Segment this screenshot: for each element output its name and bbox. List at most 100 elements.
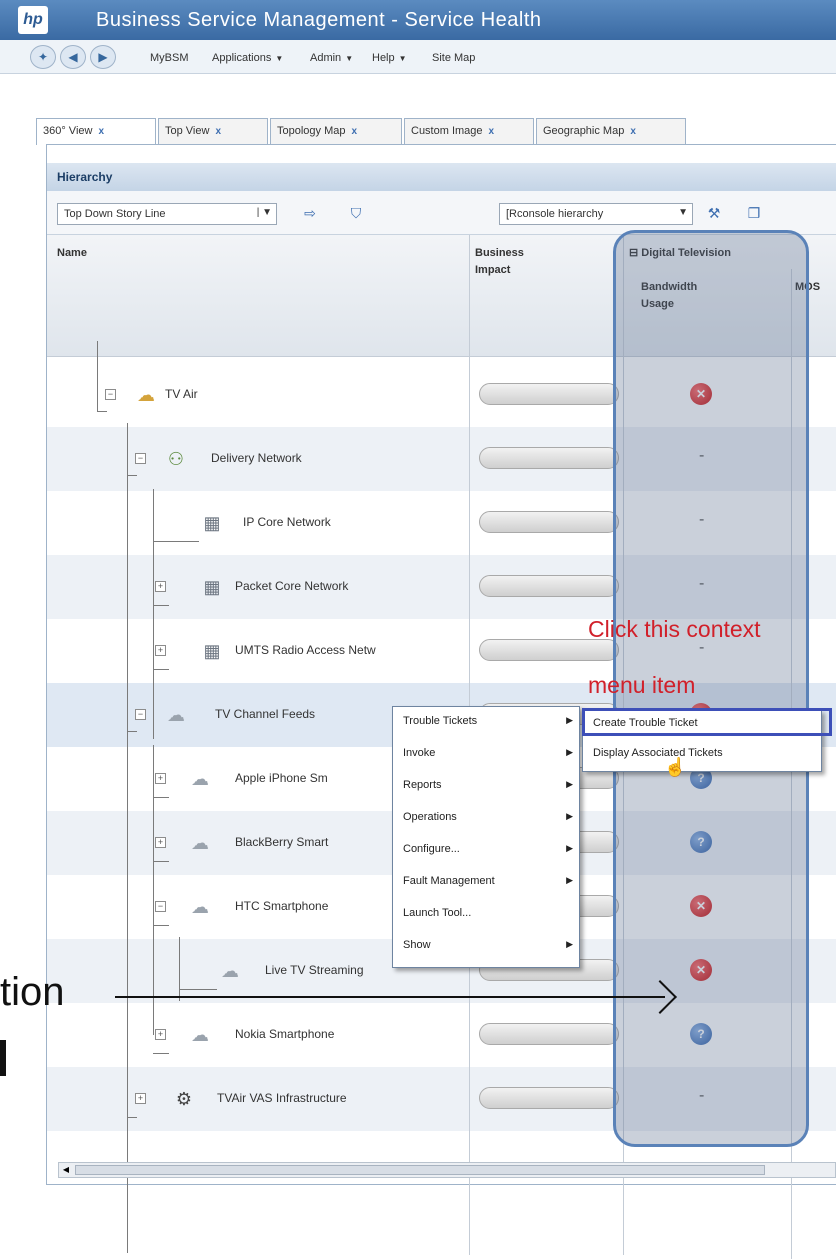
forward-icon[interactable]: ▶ xyxy=(90,45,116,69)
annotation-line-1: Click this context xyxy=(588,616,761,642)
context-menu-item[interactable]: Configure... ▶ xyxy=(403,843,573,855)
home-icon[interactable]: ✦ xyxy=(30,45,56,69)
tab-geographic-map[interactable]: Geographic Map x xyxy=(536,118,686,144)
business-impact-bar[interactable] xyxy=(479,575,619,597)
cloud-icon: ☁ xyxy=(191,769,209,789)
close-icon[interactable]: x xyxy=(630,126,636,137)
close-icon[interactable]: x xyxy=(489,126,495,137)
scrollbar-thumb[interactable] xyxy=(75,1165,765,1175)
tab-topology-map[interactable]: Topology Map x xyxy=(270,118,402,144)
cloud-group-icon: ☁ xyxy=(137,385,155,405)
tree-connector-line xyxy=(127,1117,137,1118)
close-icon[interactable]: x xyxy=(98,126,104,137)
column-business-impact[interactable]: Business Impact xyxy=(475,245,524,279)
tree-connector-line xyxy=(127,475,137,476)
tab-top-view[interactable]: Top View x xyxy=(158,118,268,144)
tree-node-label[interactable]: Apple iPhone Sm xyxy=(235,771,328,785)
expand-collapse-icon[interactable]: − xyxy=(135,709,146,720)
context-menu-item[interactable]: Reports ▶ xyxy=(403,779,573,791)
tree-node-label[interactable]: UMTS Radio Access Netw xyxy=(235,643,376,657)
submenu-arrow-icon: ▶ xyxy=(566,779,573,789)
tree-node-label[interactable]: TV Air xyxy=(165,387,198,401)
context-menu-item[interactable]: Fault Management ▶ xyxy=(403,875,573,887)
tree-node-label[interactable]: BlackBerry Smart xyxy=(235,835,328,849)
expand-collapse-icon[interactable]: − xyxy=(135,453,146,464)
export-icon[interactable]: ⇨ xyxy=(299,205,321,225)
expand-collapse-icon[interactable]: + xyxy=(155,773,166,784)
context-menu-item-label: Launch Tool... xyxy=(403,907,472,919)
expand-collapse-icon[interactable]: + xyxy=(155,581,166,592)
expand-collapse-icon[interactable]: − xyxy=(105,389,116,400)
expand-collapse-icon[interactable]: + xyxy=(135,1093,146,1104)
context-menu-item-label: Reports xyxy=(403,779,442,791)
perspective-select[interactable]: [Rconsole hierarchy ▼ xyxy=(499,203,693,225)
context-menu-item-label: Operations xyxy=(403,811,457,823)
hp-logo: hp xyxy=(18,6,48,34)
partial-caption: tion xyxy=(0,970,65,1014)
context-menu: Trouble Tickets ▶ Invoke ▶ Reports ▶ Operation… xyxy=(392,706,580,968)
tree-node-label[interactable]: TV Channel Feeds xyxy=(215,707,315,721)
context-menu-item-label: Show xyxy=(403,939,431,951)
tree-node-label[interactable]: HTC Smartphone xyxy=(235,899,328,913)
infrastructure-icon: ⚙ xyxy=(175,1089,193,1109)
expand-collapse-icon[interactable]: + xyxy=(155,837,166,848)
view-select[interactable]: Top Down Story Line | ▼ xyxy=(57,203,277,225)
business-impact-bar[interactable] xyxy=(479,1087,619,1109)
close-icon[interactable]: x xyxy=(352,126,358,137)
settings-icon[interactable]: ⚒ xyxy=(703,205,725,225)
navigation-buttons: ✦ ◀ ▶ xyxy=(30,45,130,69)
context-menu-item-label: Configure... xyxy=(403,843,460,855)
context-menu-item[interactable]: Launch Tool... xyxy=(403,907,573,919)
server-icon: ▦ xyxy=(203,513,221,533)
business-impact-bar[interactable] xyxy=(479,511,619,533)
hierarchy-toolbar: Top Down Story Line | ▼ ⇨ ⛉ [Rconsole hi… xyxy=(47,191,836,235)
menu-applications[interactable]: Applications ▼ xyxy=(212,52,283,64)
title-bar: hp Business Service Management - Service… xyxy=(0,0,836,40)
chevron-down-icon: | ▼ xyxy=(256,207,272,218)
pointer-arrow-line xyxy=(115,996,665,998)
server-icon: ▦ xyxy=(203,577,221,597)
tree-connector-line xyxy=(153,1053,169,1054)
tree-node-label[interactable]: Live TV Streaming xyxy=(265,963,364,977)
close-icon[interactable]: x xyxy=(215,126,221,137)
horizontal-scrollbar[interactable]: ◀ xyxy=(58,1162,836,1178)
context-menu-item[interactable]: Operations ▶ xyxy=(403,811,573,823)
tree-connector-line xyxy=(153,797,169,798)
tab-custom-image[interactable]: Custom Image x xyxy=(404,118,534,144)
menu-item-display-associated-tickets[interactable]: Display Associated Tickets xyxy=(593,747,723,759)
scroll-left-icon[interactable]: ◀ xyxy=(59,1163,73,1177)
menu-site-map[interactable]: Site Map xyxy=(432,52,475,64)
menu-admin[interactable]: Admin ▼ xyxy=(310,52,353,64)
tree-node-label[interactable]: Packet Core Network xyxy=(235,579,348,593)
column-name[interactable]: Name xyxy=(57,245,87,262)
expand-collapse-icon[interactable]: − xyxy=(155,901,166,912)
context-menu-item[interactable]: Trouble Tickets ▶ xyxy=(403,715,573,727)
expand-collapse-icon[interactable]: + xyxy=(155,1029,166,1040)
tree-connector-line xyxy=(127,731,137,732)
menu-mybsm[interactable]: MyBSM xyxy=(150,52,189,64)
tree-node-label[interactable]: TVAir VAS Infrastructure xyxy=(217,1091,347,1105)
tree-node-label[interactable]: Delivery Network xyxy=(211,451,302,465)
business-impact-bar[interactable] xyxy=(479,447,619,469)
tree-connector-line xyxy=(97,341,98,411)
tree-connector-line xyxy=(153,669,169,670)
filter-icon[interactable]: ⛉ xyxy=(345,205,367,225)
window-icon[interactable]: ❐ xyxy=(743,205,765,225)
back-icon[interactable]: ◀ xyxy=(60,45,86,69)
submenu-arrow-icon: ▶ xyxy=(566,875,573,885)
business-impact-bar[interactable] xyxy=(479,383,619,405)
chevron-down-icon: ▼ xyxy=(678,207,688,218)
tree-node-label[interactable]: Nokia Smartphone xyxy=(235,1027,334,1041)
expand-collapse-icon[interactable]: + xyxy=(155,645,166,656)
tree-connector-line xyxy=(179,989,217,990)
menu-help[interactable]: Help ▼ xyxy=(372,52,407,64)
business-impact-bar[interactable] xyxy=(479,1023,619,1045)
cloud-icon: ☁ xyxy=(221,961,239,981)
tab-360-view[interactable]: 360° View x xyxy=(36,118,156,145)
context-menu-item[interactable]: Invoke ▶ xyxy=(403,747,573,759)
network-icon: ⚇ xyxy=(167,449,185,469)
tree-node-label[interactable]: IP Core Network xyxy=(243,515,331,529)
context-menu-item[interactable]: Show ▶ xyxy=(403,939,573,951)
submenu-arrow-icon: ▶ xyxy=(566,747,573,757)
tree-connector-line xyxy=(153,925,169,926)
